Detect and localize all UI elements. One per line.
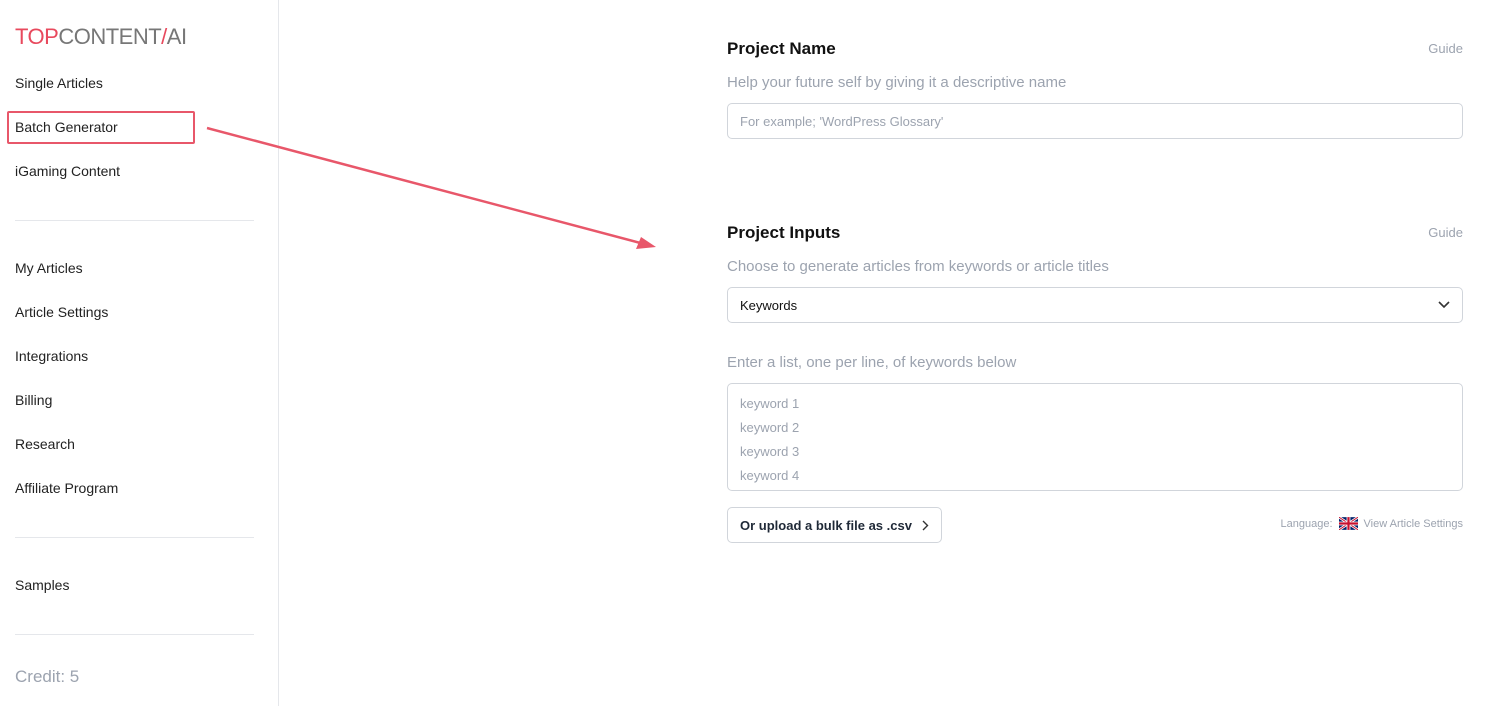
placeholder-line: keyword 3	[740, 444, 800, 459]
uk-flag-icon	[1338, 517, 1358, 530]
project-inputs-subtitle: Choose to generate articles from keyword…	[727, 258, 1109, 275]
keyword-list-label: Enter a list, one per line, of keywords …	[727, 354, 1017, 371]
placeholder-line: keyword 2	[740, 420, 800, 435]
main-form: Project Name Guide Help your future self…	[727, 0, 1463, 706]
project-name-guide-link[interactable]: Guide	[1428, 41, 1463, 56]
upload-label: Or upload a bulk file as .csv	[740, 517, 912, 533]
language-info: Language: View Article Settings	[1281, 517, 1463, 530]
chevron-down-icon	[1438, 301, 1450, 309]
view-article-settings-link[interactable]: View Article Settings	[1364, 518, 1463, 530]
input-type-select[interactable]: Keywords	[727, 287, 1463, 323]
project-name-subtitle: Help your future self by giving it a des…	[727, 74, 1067, 91]
placeholder-line: keyword 4	[740, 468, 800, 483]
upload-csv-button[interactable]: Or upload a bulk file as .csv	[727, 507, 942, 543]
keyword-list-textarea[interactable]: keyword 1 keyword 2 keyword 3 keyword 4	[727, 383, 1463, 491]
project-inputs-guide-link[interactable]: Guide	[1428, 225, 1463, 240]
project-inputs-title: Project Inputs	[727, 223, 841, 242]
select-value: Keywords	[740, 297, 798, 313]
project-name-title: Project Name	[727, 39, 836, 58]
chevron-right-icon	[922, 520, 929, 530]
language-label: Language:	[1280, 517, 1333, 530]
placeholder-line: keyword 1	[740, 396, 800, 411]
project-name-input[interactable]: For example; 'WordPress Glossary'	[727, 103, 1463, 139]
